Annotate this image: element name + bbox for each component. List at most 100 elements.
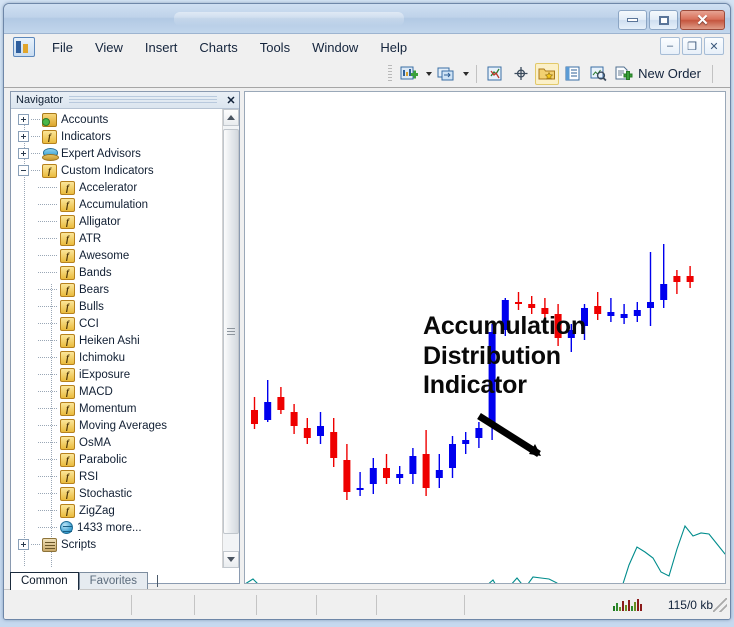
market-watch-icon [487, 66, 502, 80]
minimize-icon [627, 18, 638, 22]
navigator-close-icon[interactable]: ✕ [223, 94, 239, 107]
tree-item-custom-indicators[interactable]: f Custom Indicators [11, 162, 211, 179]
menu-item-window[interactable]: Window [301, 37, 369, 58]
menu-item-help[interactable]: Help [369, 37, 418, 58]
scroll-up-button[interactable] [223, 109, 239, 126]
tree-item-stochastic[interactable]: f Stochastic [11, 485, 211, 502]
tree-item-heiken-ashi[interactable]: f Heiken Ashi [11, 332, 211, 349]
scrollbar-track[interactable] [223, 126, 239, 551]
tree-connector [31, 153, 40, 154]
menu-item-insert[interactable]: Insert [134, 37, 189, 58]
tree-connector [38, 476, 58, 477]
tree-item-bulls[interactable]: f Bulls [11, 298, 211, 315]
profiles-dropdown-arrow[interactable] [460, 72, 471, 76]
navigator-button[interactable] [535, 62, 560, 85]
fx-custom-icon: f [60, 367, 75, 382]
strategy-tester-button[interactable] [587, 63, 611, 85]
tree-item-zigzag[interactable]: f ZigZag [11, 502, 211, 519]
tree-expander-plus-icon[interactable] [18, 539, 29, 550]
scroll-down-button[interactable] [223, 551, 239, 568]
tree-item-ichimoku[interactable]: f Ichimoku [11, 349, 211, 366]
fx-custom-icon: f [60, 180, 75, 195]
tree-connector [38, 340, 58, 341]
tab-common[interactable]: Common [10, 572, 79, 590]
toolbar-grip[interactable] [388, 64, 393, 83]
new-order-button[interactable]: New Order [612, 64, 707, 84]
status-spacer [465, 595, 599, 615]
new-chart-button[interactable] [398, 63, 422, 85]
tree-expander-plus-icon[interactable] [18, 148, 29, 159]
fx-custom-icon: f [60, 316, 75, 331]
tree-item-parabolic[interactable]: f Parabolic [11, 451, 211, 468]
tree-item-bears[interactable]: f Bears [11, 281, 211, 298]
menu-item-view[interactable]: View [84, 37, 134, 58]
tree-connector [31, 544, 40, 545]
tree-item-indicators[interactable]: f Indicators [11, 128, 211, 145]
annotation-line-2: Distribution [423, 341, 561, 370]
tree-item-awesome[interactable]: f Awesome [11, 247, 211, 264]
app-root: ✕ File View Insert Charts Tools Window H… [0, 0, 734, 627]
menu-item-charts[interactable]: Charts [188, 37, 248, 58]
tree-item-accelerator[interactable]: f Accelerator [11, 179, 211, 196]
candle-body [343, 460, 351, 492]
traffic-label: 115/0 kb [667, 597, 713, 612]
tree-item-alligator[interactable]: f Alligator [11, 213, 211, 230]
fx-custom-icon: f [60, 384, 75, 399]
data-window-button[interactable] [509, 63, 533, 85]
fx-custom-icon: f [60, 435, 75, 450]
minimize-button[interactable] [618, 10, 647, 30]
candle-body [449, 444, 456, 468]
navigator-folder-star-icon [538, 68, 556, 80]
terminal-button[interactable] [561, 63, 585, 85]
fx-custom-icon: f [60, 214, 75, 229]
tree-connector [31, 170, 40, 171]
new-chart-dropdown-arrow[interactable] [423, 72, 434, 76]
tree-item-expert-advisors[interactable]: Expert Advisors [11, 145, 211, 162]
mdi-restore-button[interactable]: ❐ [682, 37, 702, 55]
status-cell-5 [317, 594, 377, 615]
tree-item-macd[interactable]: f MACD [11, 383, 211, 400]
toolbar-separator-end [712, 64, 713, 83]
tree-item-rsi[interactable]: f RSI [11, 468, 211, 485]
main-window: ✕ File View Insert Charts Tools Window H… [3, 3, 731, 620]
tree-item-cci[interactable]: f CCI [11, 315, 211, 332]
tree-item-iexposure[interactable]: f iExposure [11, 366, 211, 383]
navigator-drag-grip[interactable] [69, 95, 217, 105]
tree-expander-plus-icon[interactable] [18, 114, 29, 125]
tree-item-scripts[interactable]: Scripts [11, 536, 211, 553]
mdi-minimize-button[interactable]: – [660, 37, 680, 55]
fx-custom-icon: f [60, 333, 75, 348]
terminal-icon [565, 66, 580, 80]
tree-item-moving-averages[interactable]: f Moving Averages [11, 417, 211, 434]
candle-body [369, 468, 377, 484]
maximize-button[interactable] [649, 10, 678, 30]
candle-body [633, 310, 641, 316]
profiles-button[interactable] [435, 63, 459, 85]
navigator-scrollbar[interactable] [222, 109, 239, 568]
tree-item-momentum[interactable]: f Momentum [11, 400, 211, 417]
tree-expander-plus-icon[interactable] [18, 131, 29, 142]
candle-body [528, 304, 536, 308]
tree-expander-minus-icon[interactable] [18, 165, 29, 176]
fx-custom-icon: f [60, 299, 75, 314]
navigator-tabs: Common Favorites [10, 572, 240, 590]
tree-item-label: Stochastic [79, 487, 133, 500]
menu-item-tools[interactable]: Tools [249, 37, 301, 58]
fx-custom-icon: f [60, 248, 75, 263]
tab-favorites[interactable]: Favorites [78, 572, 148, 590]
tree-item-label: RSI [79, 470, 99, 483]
tree-item-accumulation[interactable]: f Accumulation [11, 196, 211, 213]
market-watch-button[interactable] [483, 63, 507, 85]
tree-item-accounts[interactable]: Accounts [11, 111, 211, 128]
mdi-close-button[interactable]: ✕ [704, 37, 724, 55]
tree-item-atr[interactable]: f ATR [11, 230, 211, 247]
tree-item-osma[interactable]: f OsMA [11, 434, 211, 451]
menu-item-file[interactable]: File [41, 37, 84, 58]
tree-item-label: Custom Indicators [61, 164, 154, 177]
status-cell-2 [132, 594, 195, 615]
tree-item-bands[interactable]: f Bands [11, 264, 211, 281]
scrollbar-thumb[interactable] [223, 129, 239, 534]
close-button[interactable]: ✕ [680, 10, 725, 30]
resize-grip-icon[interactable] [713, 597, 727, 612]
tree-item-1433-more[interactable]: 1433 more... [11, 519, 211, 536]
